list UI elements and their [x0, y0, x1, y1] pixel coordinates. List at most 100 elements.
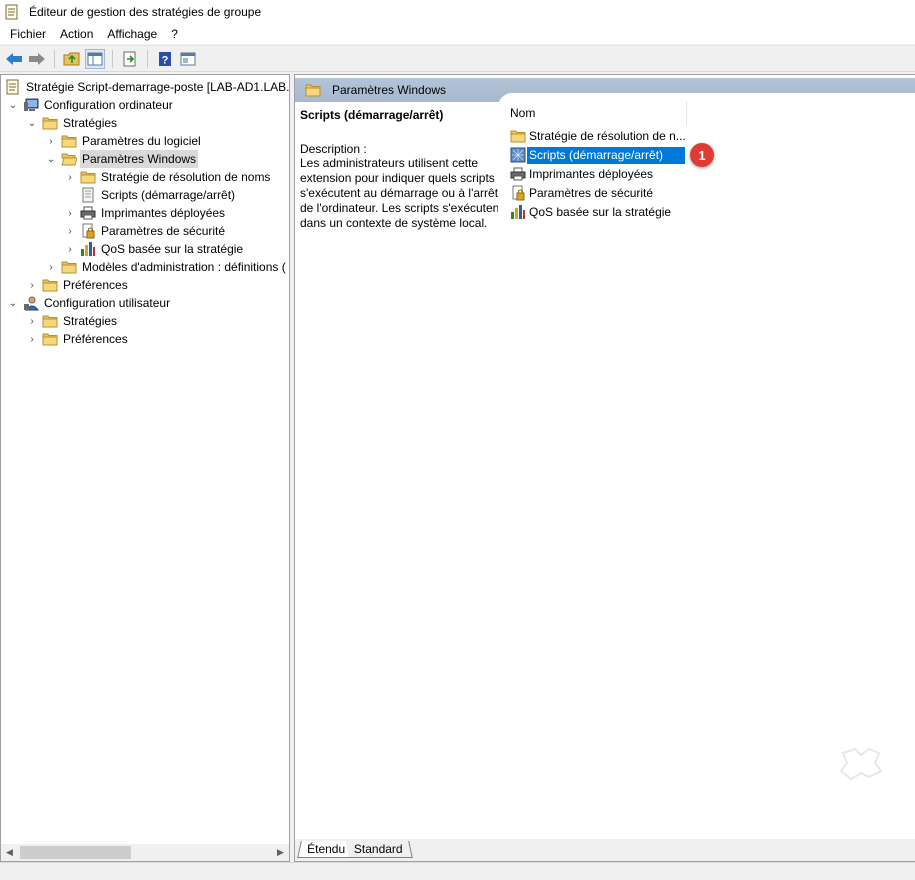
chevron-right-icon[interactable]: ›	[26, 333, 38, 345]
toolbar-separator	[112, 49, 113, 68]
printer-icon	[80, 205, 96, 221]
back-arrow-icon[interactable]	[4, 49, 24, 69]
list-item-label: Imprimantes déployées	[529, 166, 654, 181]
view-tabs: Étendu Standard	[295, 839, 915, 861]
toolbar-separator	[54, 49, 55, 68]
scroll-left-icon[interactable]: ◀	[1, 844, 18, 861]
list-item-label: QoS basée sur la stratégie	[529, 204, 672, 219]
details-header-title: Paramètres Windows	[332, 83, 447, 97]
tree-item-qos[interactable]: › QoS basée sur la stratégie	[64, 240, 245, 258]
tree-item-label: Paramètres de sécurité	[101, 224, 226, 238]
chevron-right-icon[interactable]: ›	[26, 315, 38, 327]
policy-icon	[5, 79, 21, 95]
show-hide-tree-icon[interactable]	[85, 48, 105, 69]
tab-extended-label: Étendu	[307, 842, 346, 856]
menu-bar: Fichier Action Affichage ?	[0, 24, 915, 44]
list-item-label: Stratégie de résolution de n...	[529, 128, 686, 143]
column-header-name[interactable]: Nom	[510, 106, 535, 124]
tab-standard[interactable]: Standard	[345, 841, 413, 858]
folder-icon	[61, 133, 77, 149]
tree-item-root-policy[interactable]: Stratégie Script-demarrage-poste [LAB-AD…	[5, 78, 289, 96]
tree-pane[interactable]: Stratégie Script-demarrage-poste [LAB-AD…	[0, 74, 290, 862]
tree-item-strategies[interactable]: ⌄ Stratégies	[26, 114, 119, 132]
tree-item-software-settings[interactable]: › Paramètres du logiciel	[45, 132, 203, 150]
chevron-down-icon[interactable]: ⌄	[45, 153, 57, 165]
folder-icon	[61, 259, 77, 275]
chevron-down-icon[interactable]: ⌄	[7, 99, 19, 111]
app-policy-icon	[4, 4, 20, 20]
item-list[interactable]: Nom Stratégie de résolution de n... Scri…	[498, 93, 915, 833]
help-icon[interactable]: ?	[155, 49, 175, 69]
description-panel: Scripts (démarrage/arrêt) Description : …	[295, 102, 503, 842]
folder-icon	[305, 82, 321, 98]
chevron-right-icon[interactable]: ›	[45, 135, 57, 147]
chevron-down-icon[interactable]: ⌄	[7, 297, 19, 309]
chevron-right-icon[interactable]: ›	[64, 243, 76, 255]
list-item-label: Paramètres de sécurité	[529, 185, 654, 200]
chart-icon	[510, 204, 526, 220]
list-item-security[interactable]: Paramètres de sécurité	[510, 184, 655, 202]
tree-item-computer-config[interactable]: ⌄ Configuration ordinateur	[7, 96, 175, 114]
menu-help[interactable]: ?	[164, 24, 185, 44]
tree-item-user-config[interactable]: ⌄ Configuration utilisateur	[7, 294, 172, 312]
folder-icon	[80, 169, 96, 185]
security-icon	[80, 223, 96, 239]
description-label: Description :	[300, 142, 367, 156]
tree-item-label: Paramètres Windows	[80, 150, 199, 168]
menu-action[interactable]: Action	[53, 24, 100, 44]
list-item-label: Scripts (démarrage/arrêt)	[527, 146, 685, 164]
menu-fichier[interactable]: Fichier	[3, 24, 53, 44]
tree-horizontal-scrollbar[interactable]: ◀ ▶	[1, 844, 289, 861]
chevron-right-icon[interactable]: ›	[64, 207, 76, 219]
step-badge: 1	[690, 143, 714, 167]
chevron-right-icon[interactable]: ›	[64, 225, 76, 237]
tree-item-name-resolution[interactable]: › Stratégie de résolution de noms	[64, 168, 272, 186]
svg-text:?: ?	[162, 54, 169, 66]
tree-item-scripts[interactable]: Scripts (démarrage/arrêt)	[80, 186, 237, 204]
description-title: Scripts (démarrage/arrêt)	[300, 108, 444, 122]
tree-item-label: Stratégie de résolution de noms	[101, 170, 271, 184]
list-item-printers[interactable]: Imprimantes déployées	[510, 165, 655, 183]
forward-arrow-icon[interactable]	[27, 49, 47, 69]
toolbar-separator	[147, 49, 148, 68]
folder-icon	[42, 115, 58, 131]
list-item-name-resolution[interactable]: Stratégie de résolution de n...	[510, 127, 688, 145]
computer-icon	[23, 97, 39, 113]
chevron-right-icon[interactable]: ›	[64, 171, 76, 183]
scroll-right-icon[interactable]: ▶	[272, 844, 289, 861]
tree-item-label: Paramètres du logiciel	[82, 134, 201, 148]
properties-view-icon[interactable]	[178, 49, 198, 69]
tree-item-security[interactable]: › Paramètres de sécurité	[64, 222, 227, 240]
tree-item-printers[interactable]: › Imprimantes déployées	[64, 204, 227, 222]
tree-item-windows-settings[interactable]: ⌄ Paramètres Windows	[45, 150, 199, 168]
tree-item-user-preferences[interactable]: › Préférences	[26, 330, 130, 348]
tree-item-label: QoS basée sur la stratégie	[101, 242, 244, 256]
tree-item-label: Stratégies	[63, 314, 118, 328]
tree-item-label: Scripts (démarrage/arrêt)	[101, 188, 236, 202]
list-item-scripts[interactable]: Scripts (démarrage/arrêt)	[510, 146, 685, 164]
script-icon	[510, 147, 526, 163]
tree-item-label: Préférences	[63, 332, 128, 346]
window-title: Éditeur de gestion des stratégies de gro…	[29, 5, 262, 19]
security-icon	[510, 185, 526, 201]
tree-item-admin-templates[interactable]: › Modèles d'administration : définitions…	[45, 258, 288, 276]
watermark-logo-icon	[839, 747, 883, 781]
details-pane: Paramètres Windows Scripts (démarrage/ar…	[294, 74, 915, 862]
export-list-icon[interactable]	[120, 49, 140, 69]
column-separator[interactable]	[686, 101, 687, 125]
title-bar: Éditeur de gestion des stratégies de gro…	[0, 0, 915, 24]
folder-icon	[510, 128, 526, 144]
chevron-down-icon[interactable]: ⌄	[26, 117, 38, 129]
chevron-right-icon[interactable]: ›	[45, 261, 57, 273]
list-item-qos[interactable]: QoS basée sur la stratégie	[510, 203, 673, 221]
toolbar: ?	[0, 45, 915, 72]
tab-standard-label: Standard	[353, 842, 403, 856]
tree-item-label: Configuration ordinateur	[44, 98, 173, 112]
menu-affichage[interactable]: Affichage	[100, 24, 164, 44]
tree-item-preferences[interactable]: › Préférences	[26, 276, 130, 294]
scroll-thumb[interactable]	[20, 846, 131, 859]
tree-item-label: Modèles d'administration : définitions (	[82, 260, 286, 274]
up-folder-icon[interactable]	[62, 49, 82, 69]
tree-item-user-strategies[interactable]: › Stratégies	[26, 312, 119, 330]
chevron-right-icon[interactable]: ›	[26, 279, 38, 291]
